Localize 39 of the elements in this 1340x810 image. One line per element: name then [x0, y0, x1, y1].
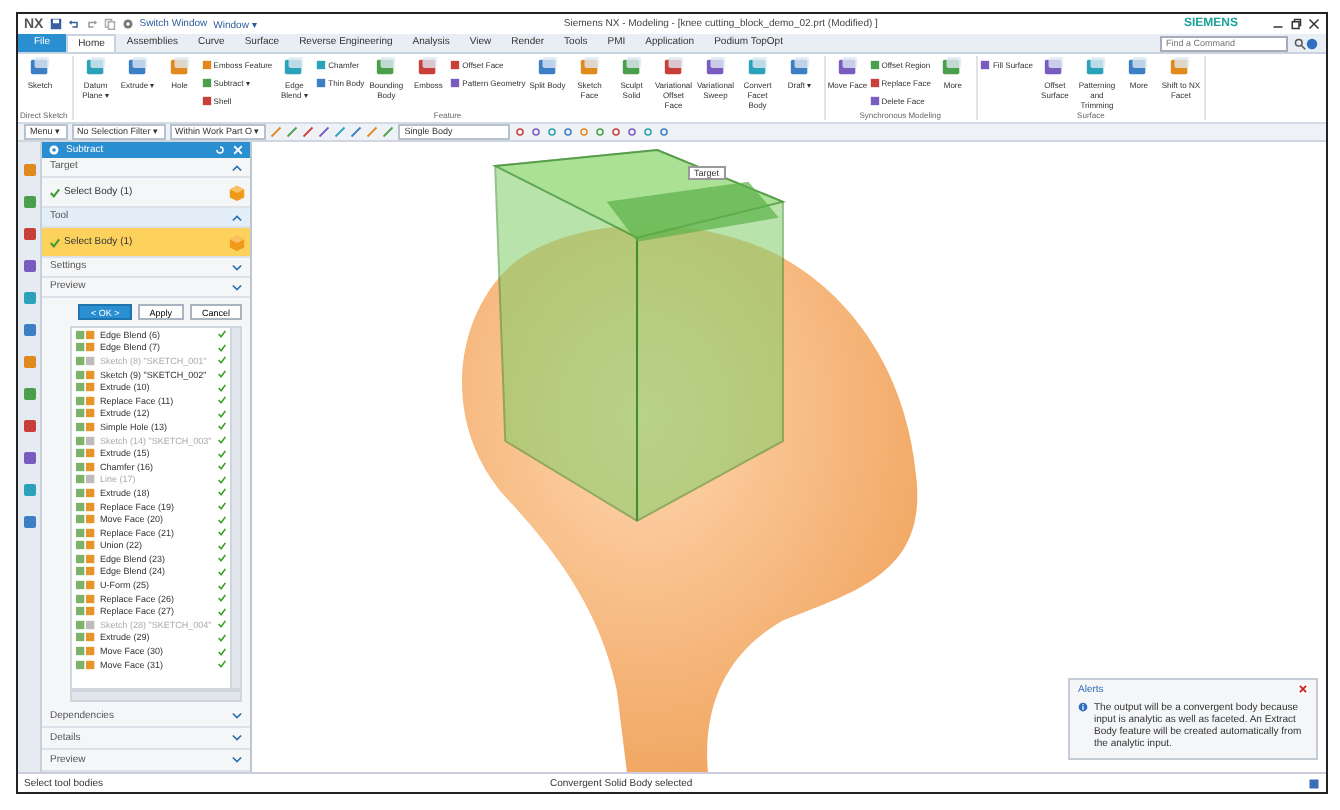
snap-point-icon[interactable]: [562, 126, 575, 138]
help-icon[interactable]: [1306, 37, 1318, 49]
chevron-icon[interactable]: [232, 263, 242, 271]
cube-icon: [228, 233, 246, 251]
command-icon: [980, 59, 991, 69]
snap-point-icon[interactable]: [610, 126, 623, 138]
chevron-icon[interactable]: [232, 734, 242, 742]
snap-point-icon[interactable]: [642, 126, 655, 138]
close-button[interactable]: [1308, 18, 1320, 30]
settings-icon[interactable]: [48, 144, 60, 156]
snap-point-icon[interactable]: [626, 126, 639, 138]
info-icon: [1078, 702, 1088, 712]
reset-icon[interactable]: [214, 144, 226, 156]
snap-point-icon[interactable]: [546, 126, 559, 138]
chevron-icon[interactable]: [232, 283, 242, 291]
snap-point-icon[interactable]: [530, 126, 543, 138]
close-icon[interactable]: [232, 144, 244, 156]
status-icon: [1308, 777, 1320, 789]
check-mark-icon: [50, 187, 60, 197]
vertical-scrollbar[interactable]: [230, 328, 240, 688]
close-button[interactable]: [1298, 684, 1308, 694]
search-icon[interactable]: [1294, 37, 1306, 49]
snap-point-icon[interactable]: [514, 126, 527, 138]
snap-point-icon[interactable]: [578, 126, 591, 138]
check-mark-icon: [50, 237, 60, 247]
chevron-icon[interactable]: [232, 163, 242, 171]
chevron-icon[interactable]: [232, 213, 242, 221]
chevron-icon[interactable]: [232, 712, 242, 720]
horizontal-scrollbar[interactable]: [70, 690, 242, 702]
snap-point-icon[interactable]: [658, 126, 671, 138]
snap-point-icon[interactable]: [594, 126, 607, 138]
copy-icon[interactable]: [103, 18, 116, 30]
redo-icon[interactable]: [85, 18, 98, 30]
cube-icon: [228, 183, 246, 201]
save-icon[interactable]: [49, 18, 62, 30]
undo-icon[interactable]: [67, 18, 80, 30]
restore-button[interactable]: [1290, 18, 1302, 30]
gear-icon[interactable]: [121, 18, 134, 30]
chevron-icon[interactable]: [232, 756, 242, 764]
